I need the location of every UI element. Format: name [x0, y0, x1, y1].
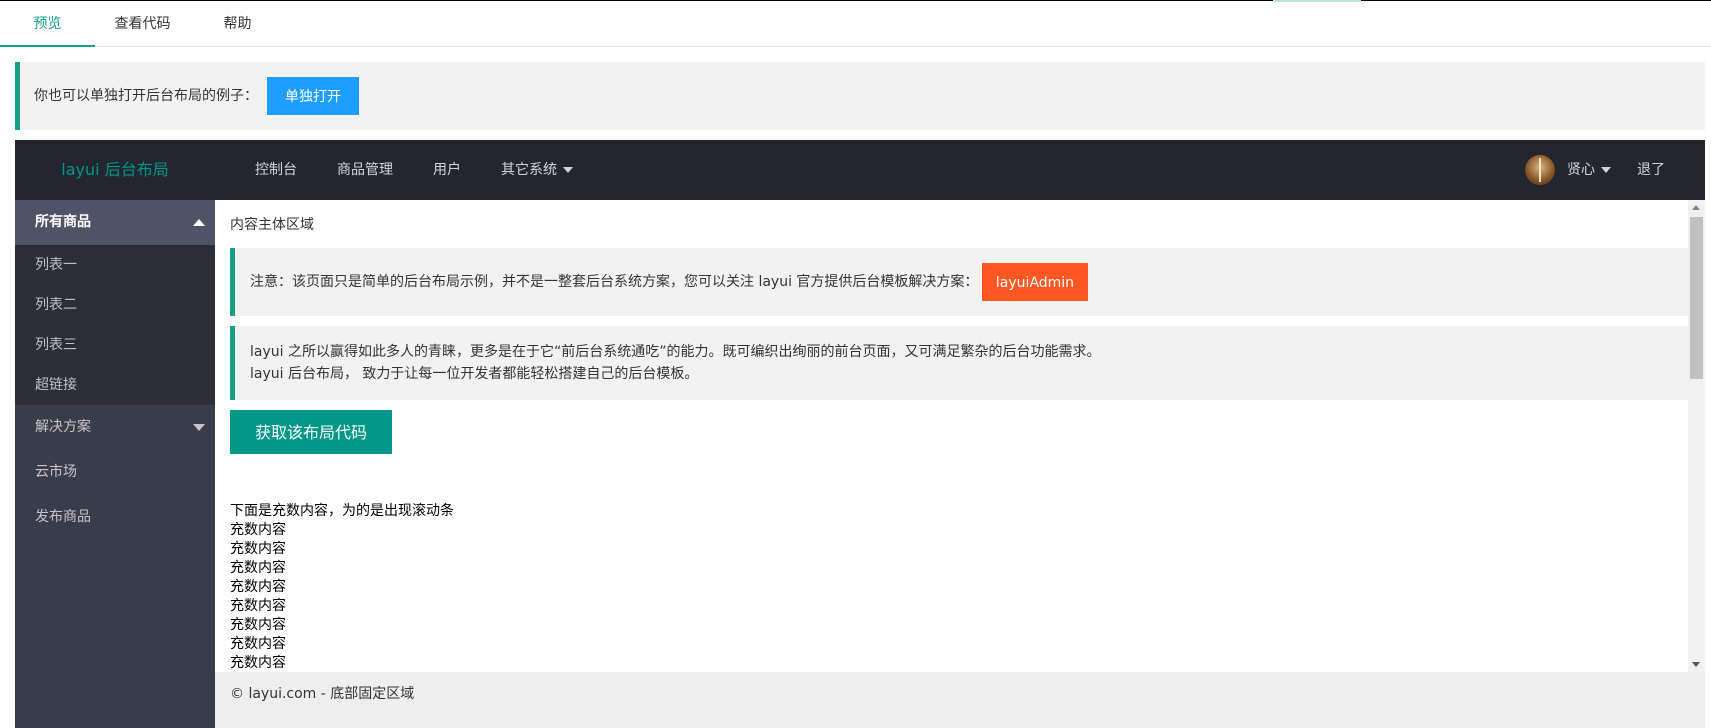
sidebar: 所有商品 列表一 列表二 列表三 超链接 解决方案 云市场 发布商品: [15, 200, 215, 728]
filler-line: 充数内容: [230, 579, 286, 595]
sidebar-group-all-goods[interactable]: 所有商品: [15, 200, 215, 245]
chevron-up-icon: [193, 219, 205, 226]
vertical-scrollbar[interactable]: [1688, 200, 1705, 672]
filler-line: 充数内容: [230, 560, 286, 576]
user-menu[interactable]: 贤心: [1567, 140, 1611, 200]
filler-intro: 下面是充数内容，为的是出现滚动条: [230, 503, 454, 519]
main-body[interactable]: 内容主体区域 注意：该页面只是简单的后台布局示例，并不是一整套后台系统方案，您可…: [215, 200, 1705, 672]
description-quote: layui 之所以赢得如此多人的青睐，更多是在于它“前后台系统通吃”的能力。既可…: [230, 326, 1690, 400]
nav-users[interactable]: 用户: [433, 140, 461, 200]
description-line-2: layui 后台布局， 致力于让每一位开发者都能轻松搭建自己的后台模板。: [250, 366, 699, 382]
get-layout-code-button[interactable]: 获取该布局代码: [230, 410, 392, 454]
user-name: 贤心: [1567, 162, 1595, 178]
sidebar-item-publish-goods[interactable]: 发布商品: [15, 495, 215, 540]
tab-bar: 预览 查看代码 帮助: [0, 1, 1711, 47]
admin-header: layui 后台布局 控制台 商品管理 用户 其它系统 贤心 退了: [15, 140, 1705, 200]
filler-line: 充数内容: [230, 636, 286, 652]
filler-line: 充数内容: [230, 655, 286, 671]
admin-layout: layui 后台布局 控制台 商品管理 用户 其它系统 贤心 退了 所有商品 列…: [15, 140, 1705, 728]
layuiadmin-button[interactable]: layuiAdmin: [982, 263, 1088, 301]
chevron-down-icon: [563, 167, 573, 173]
nav-goods-management[interactable]: 商品管理: [337, 140, 393, 200]
nav-console[interactable]: 控制台: [255, 140, 297, 200]
footer: © layui.com - 底部固定区域: [215, 672, 1705, 728]
sidebar-item-list-1[interactable]: 列表一: [15, 245, 215, 285]
scroll-down-arrow-icon[interactable]: [1692, 662, 1700, 667]
avatar[interactable]: [1525, 155, 1555, 185]
sidebar-group-label: 所有商品: [35, 214, 91, 230]
sidebar-item-cloud-market[interactable]: 云市场: [15, 450, 215, 495]
logout-link[interactable]: 退了: [1637, 140, 1665, 200]
tab-help[interactable]: 帮助: [190, 1, 285, 47]
sidebar-group-solutions[interactable]: 解决方案: [15, 405, 215, 450]
sidebar-item-label: 发布商品: [35, 509, 91, 525]
tab-view-code[interactable]: 查看代码: [95, 1, 190, 47]
open-notice: 你也可以单独打开后台布局的例子： 单独打开: [15, 62, 1705, 130]
filler-line: 充数内容: [230, 541, 286, 557]
nav-other-systems-label: 其它系统: [501, 162, 557, 178]
filler-line: 充数内容: [230, 617, 286, 633]
sidebar-item-hyperlink[interactable]: 超链接: [15, 365, 215, 405]
sidebar-item-list-3[interactable]: 列表三: [15, 325, 215, 365]
note-text: 注意：该页面只是简单的后台布局示例，并不是一整套后台系统方案，您可以关注 lay…: [250, 274, 979, 290]
note-quote: 注意：该页面只是简单的后台布局示例，并不是一整套后台系统方案，您可以关注 lay…: [230, 248, 1690, 316]
chevron-down-icon: [193, 424, 205, 431]
scrollbar-thumb[interactable]: [1690, 217, 1703, 379]
open-standalone-button[interactable]: 单独打开: [267, 77, 359, 115]
nav-other-systems[interactable]: 其它系统: [501, 140, 573, 200]
filler-line: 充数内容: [230, 522, 286, 538]
sidebar-item-list-2[interactable]: 列表二: [15, 285, 215, 325]
content-title: 内容主体区域: [230, 217, 314, 233]
content-area: 内容主体区域 注意：该页面只是简单的后台布局示例，并不是一整套后台系统方案，您可…: [230, 215, 1690, 672]
scroll-up-arrow-icon[interactable]: [1692, 205, 1700, 210]
sidebar-submenu: 列表一 列表二 列表三 超链接: [15, 245, 215, 405]
filler-line: 充数内容: [230, 598, 286, 614]
chevron-down-icon: [1601, 167, 1611, 173]
description-line-1: layui 之所以赢得如此多人的青睐，更多是在于它“前后台系统通吃”的能力。既可…: [250, 344, 1101, 360]
sidebar-item-label: 云市场: [35, 464, 77, 480]
notice-text: 你也可以单独打开后台布局的例子：: [34, 88, 258, 104]
sidebar-group-label: 解决方案: [35, 419, 91, 435]
tab-preview[interactable]: 预览: [0, 1, 95, 47]
logo[interactable]: layui 后台布局: [15, 140, 215, 200]
